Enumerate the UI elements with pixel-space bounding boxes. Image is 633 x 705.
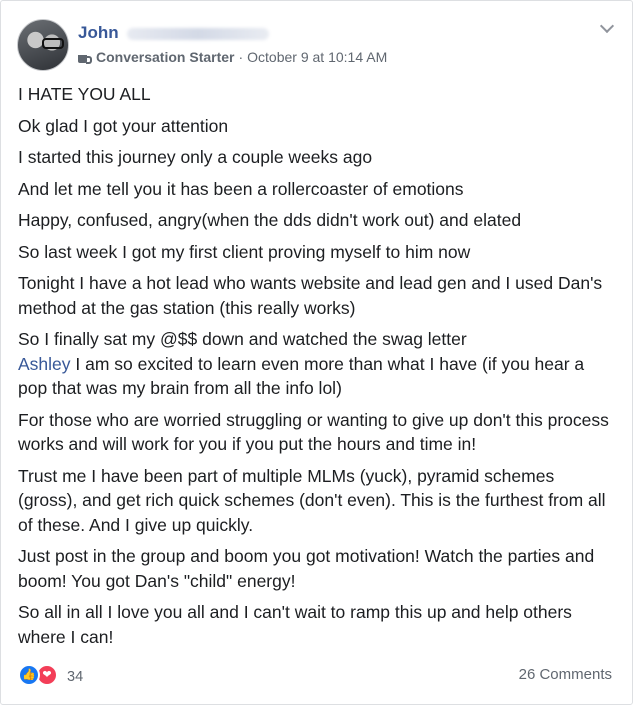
post-paragraph: So last week I got my first client provi… [18, 241, 471, 262]
post-timestamp[interactable]: October 9 at 10:14 AM [247, 49, 387, 65]
comments-count-link[interactable]: 26 Comments [519, 666, 612, 683]
post-paragraph: Tonight I have a hot lead who wants webs… [18, 273, 603, 318]
coffee-cup-icon [78, 52, 92, 64]
post-paragraph: I HATE YOU ALL [18, 84, 151, 104]
mention-text: I am so excited to learn even more than … [18, 353, 585, 399]
author-name-link[interactable]: John [78, 23, 269, 43]
post-body: I HATE YOU ALL Ok glad I got your attent… [18, 82, 614, 656]
conversation-starter-badge: Conversation Starter [96, 49, 235, 65]
avatar-glasses [42, 38, 64, 49]
author-name[interactable]: John [78, 23, 119, 42]
post-paragraph: Just post in the group and boom you got … [18, 546, 595, 591]
like-reaction-icon: 👍 [18, 664, 40, 686]
post-footer: 👍 ❤ 34 26 Comments [18, 662, 612, 688]
post-paragraph: For those who are worried struggling or … [18, 409, 609, 455]
reaction-count[interactable]: 34 [67, 669, 83, 685]
post-paragraph-with-mention: Ashley I am so excited to learn even mor… [18, 352, 614, 401]
post-paragraph: Ok glad I got your attention [18, 115, 229, 136]
post-header: John Conversation Starter · October 9 at 1… [17, 17, 617, 73]
mention-link[interactable]: Ashley [18, 354, 71, 374]
redacted-surname [126, 27, 269, 40]
post-paragraph: So I finally sat my @$$ down and watched… [18, 329, 467, 349]
post-paragraph: Happy, confused, angry(when the dds didn… [18, 210, 522, 230]
post-meta: Conversation Starter · October 9 at 10:14 … [78, 49, 387, 65]
post-paragraph: Trust me I have been part of multiple ML… [18, 465, 606, 535]
post-paragraph: So all in all I love you all and I can't… [18, 602, 572, 647]
post-paragraph: I started this journey only a couple wee… [18, 147, 373, 167]
post-card: John Conversation Starter · October 9 at 1… [0, 0, 633, 705]
author-avatar[interactable] [17, 19, 69, 71]
meta-separator: · [238, 49, 244, 65]
post-paragraph: And let me tell you it has been a roller… [18, 178, 464, 199]
